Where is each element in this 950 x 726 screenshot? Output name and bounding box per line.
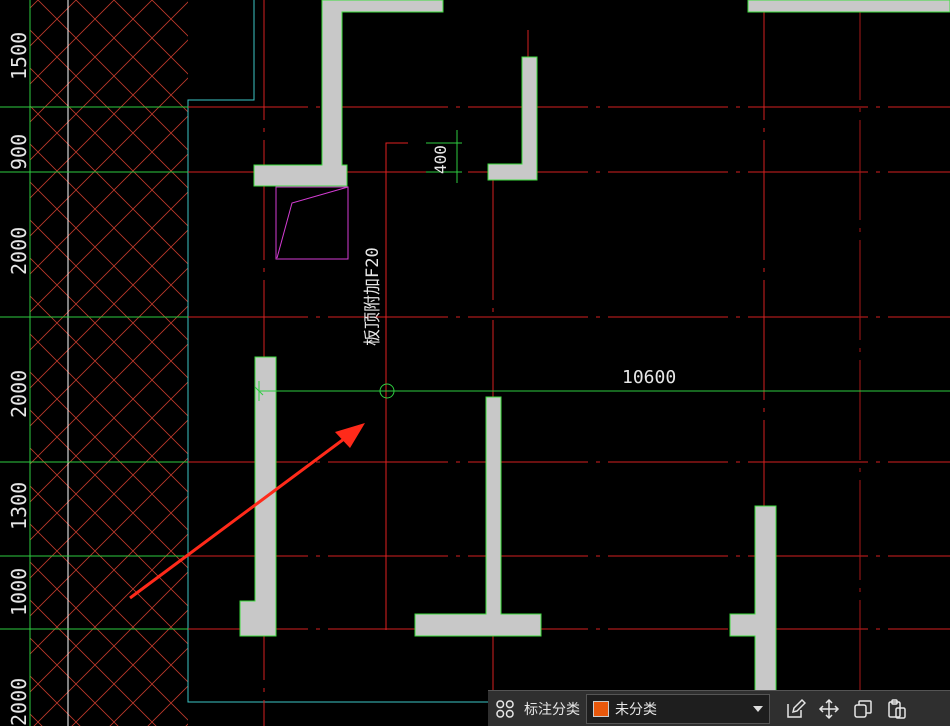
dim-text-3: 2000 (7, 227, 31, 275)
grid-icon[interactable] (488, 692, 522, 726)
wall-upper-mid (487, 56, 538, 181)
paste-icon[interactable] (880, 692, 914, 726)
category-select[interactable]: 未分类 (586, 693, 770, 724)
wall-top-right (747, 0, 950, 13)
copy-icon[interactable] (846, 692, 880, 726)
walls (239, 0, 950, 726)
category-select-value: 未分类 (615, 701, 657, 718)
annotation-toolbar: 标注分类 未分类 (488, 690, 950, 726)
category-label: 标注分类 (524, 701, 580, 718)
dim-text-4: 2000 (7, 370, 31, 418)
dimension-10600 (254, 381, 950, 401)
dim-text-6: 1000 (7, 568, 31, 616)
dim-text-7: 2000 (7, 678, 31, 726)
cad-drawing-canvas[interactable]: 400 10600 板顶附加F20 1500 900 2000 2000 130… (0, 0, 950, 726)
move-icon[interactable] (812, 692, 846, 726)
dimension-400-text: 400 (431, 145, 450, 174)
rebar-line (385, 142, 408, 630)
category-color-swatch (593, 700, 609, 717)
wall-left-vertical (239, 356, 277, 637)
rebar-note-text: 板顶附加F20 (363, 247, 383, 346)
dim-text-5: 1300 (7, 482, 31, 530)
column-box (275, 186, 349, 260)
edit-icon[interactable] (778, 692, 812, 726)
dim-text-1: 1500 (7, 32, 31, 80)
wall-top-left (253, 0, 444, 187)
dim-text-2: 900 (7, 134, 31, 170)
chevron-down-icon (753, 705, 763, 712)
hatch-area (30, 0, 188, 726)
left-dimension-texts: 1500 900 2000 2000 1300 1000 2000 (7, 32, 31, 726)
dimension-10600-text: 10600 (622, 367, 676, 388)
wall-center-t (414, 396, 542, 637)
